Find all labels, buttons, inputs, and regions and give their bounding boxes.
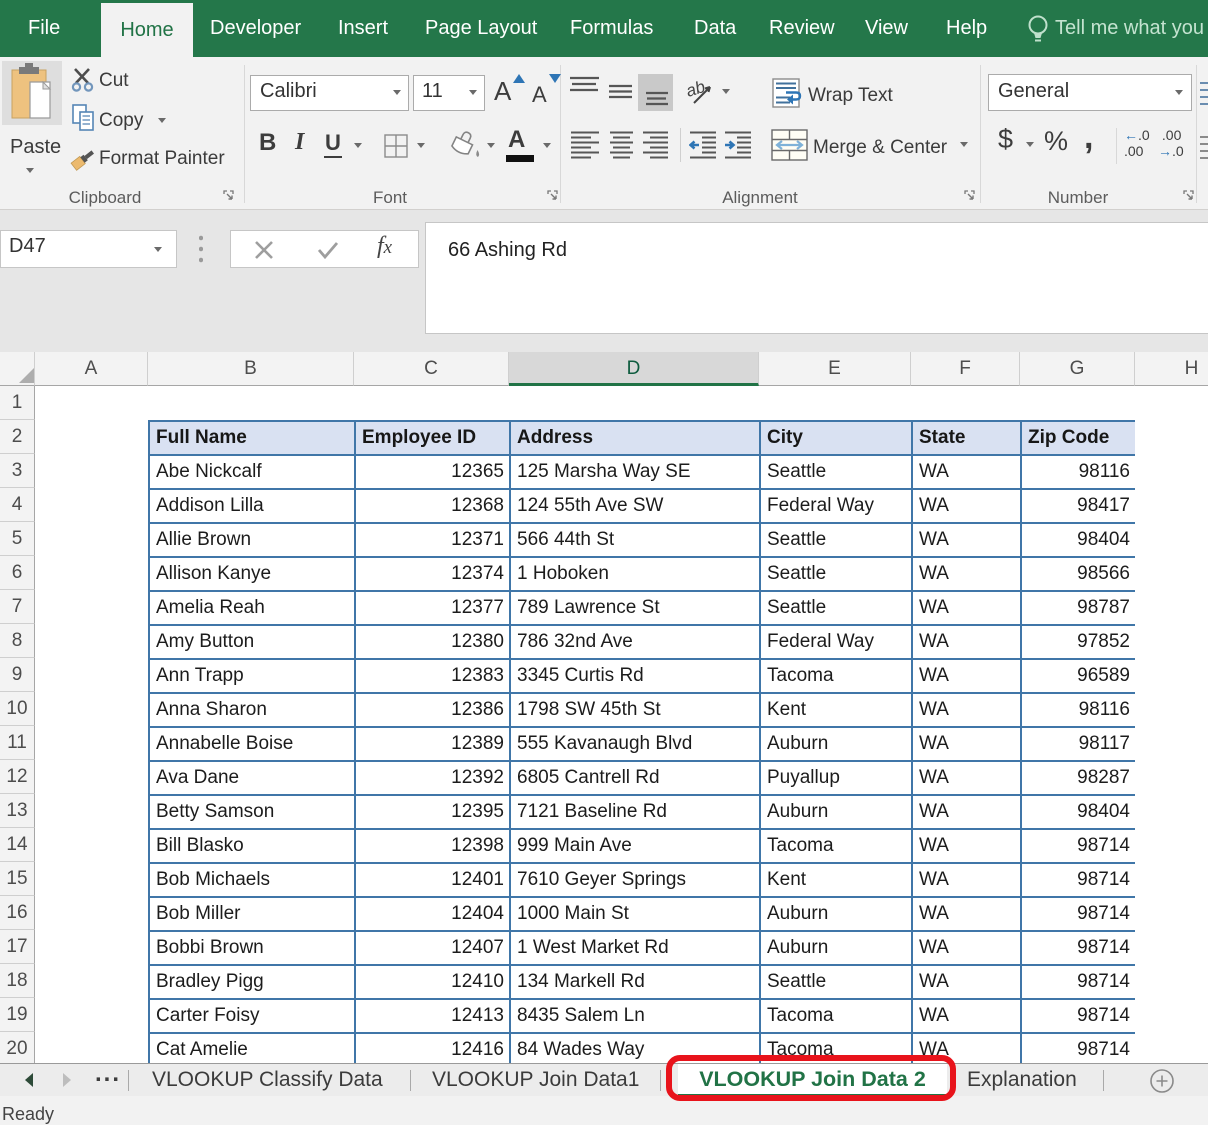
svg-text:ab: ab (686, 78, 708, 101)
